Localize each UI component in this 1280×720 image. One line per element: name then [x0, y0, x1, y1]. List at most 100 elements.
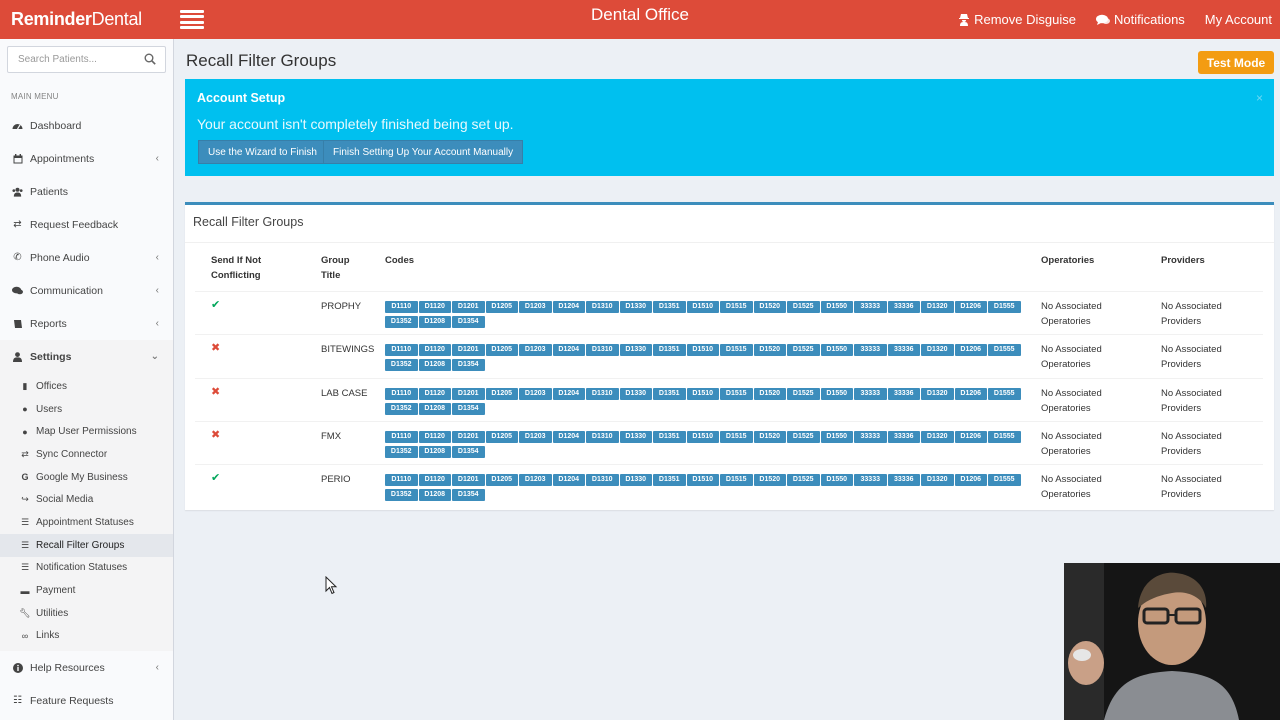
code-tag: D1320 — [921, 474, 954, 486]
code-tag: D1550 — [820, 301, 853, 313]
sidebar-item-dashboard[interactable]: Dashboard — [0, 109, 173, 142]
sidebar-item-settings[interactable]: Settings ⌄ — [0, 340, 173, 373]
test-mode-button[interactable]: Test Mode — [1198, 51, 1274, 74]
exchange-icon: ⇄ — [21, 448, 29, 459]
sidebar-item-map-user-permissions[interactable]: ● Map User Permissions — [0, 420, 173, 443]
my-account-link[interactable]: My Account — [1205, 12, 1272, 27]
table-row[interactable]: ✖ BITEWINGS D1110 D1120 D1201 D1205 D1203 D1204… — [195, 334, 1263, 377]
header-send-if-not-conflicting: Send If Not Conflicting — [211, 253, 261, 283]
sidebar-item-patients[interactable]: Patients — [0, 175, 173, 208]
operatories-cell: No Associated Operatories — [1041, 472, 1102, 502]
sidebar-item-google-my-business[interactable]: G Google My Business — [0, 466, 173, 489]
code-tag: D1120 — [418, 388, 451, 400]
sidebar-item-feature-requests[interactable]: ☷ Feature Requests — [0, 684, 173, 717]
code-tag: D1520 — [753, 388, 786, 400]
retweet-icon: ⇄ — [13, 219, 22, 230]
code-tag: 33336 — [887, 474, 920, 486]
code-tag: D1110 — [385, 344, 418, 356]
code-tag: D1110 — [385, 388, 418, 400]
codes-list: D1110 D1120 D1201 D1205 D1203 D1204 D1310 D1330… — [385, 344, 1025, 371]
sidebar-item-recall-filter-groups[interactable]: ☰ Recall Filter Groups — [0, 533, 173, 557]
user-icon: ● — [22, 426, 28, 437]
table-row[interactable]: ✖ LAB CASE D1110 D1120 D1201 D1205 D1203 D1204 D… — [195, 378, 1263, 421]
providers-line1: No Associated — [1161, 301, 1222, 312]
providers-line1: No Associated — [1161, 474, 1222, 485]
operatories-line2: Operatories — [1041, 403, 1091, 414]
code-tag: D1320 — [921, 301, 954, 313]
sidebar-item-social-media[interactable]: ↪ Social Media — [0, 488, 173, 511]
operatories-cell: No Associated Operatories — [1041, 342, 1102, 372]
operatories-line1: No Associated — [1041, 388, 1102, 399]
providers-cell: No Associated Providers — [1161, 299, 1222, 329]
code-tag: D1110 — [385, 474, 418, 486]
operatories-line1: No Associated — [1041, 431, 1102, 442]
sidebar-item-payment[interactable]: ▬ Payment — [0, 579, 173, 602]
codes-list: D1110 D1120 D1201 D1205 D1203 D1204 D1310 D1330… — [385, 388, 1025, 415]
check-icon: ✔ — [211, 299, 221, 311]
providers-cell: No Associated Providers — [1161, 429, 1222, 459]
table-row[interactable]: ✖ FMX D1110 D1120 D1201 D1205 D1203 D1204 D1310 D… — [195, 421, 1263, 464]
sidebar-item-utilities[interactable]: 🔧︎ Utilities — [0, 602, 173, 625]
finish-manually-button[interactable]: Finish Setting Up Your Account Manually — [323, 140, 524, 164]
user-icon: ● — [22, 404, 28, 415]
code-tag: D1352 — [385, 359, 418, 371]
sidebar-item-offices[interactable]: ▮ Offices — [0, 375, 173, 398]
sidebar-item-links[interactable]: ∞ Links — [0, 625, 173, 648]
operatories-line1: No Associated — [1041, 301, 1102, 312]
codes-list: D1110 D1120 D1201 D1205 D1203 D1204 D1310 D1330… — [385, 474, 1025, 501]
code-tag: D1320 — [921, 344, 954, 356]
sidebar-item-label: Appointment Statuses — [36, 516, 134, 528]
sidebar-item-label: Links — [36, 630, 60, 642]
code-tag: D1510 — [686, 474, 719, 486]
notifications-link[interactable]: Notifications — [1095, 12, 1185, 27]
code-tag: D1352 — [385, 403, 418, 415]
providers-cell: No Associated Providers — [1161, 472, 1222, 502]
code-tag: D1110 — [385, 431, 418, 443]
sidebar-item-label: Google My Business — [36, 471, 128, 483]
list-icon: ☰ — [20, 562, 30, 573]
code-tag: D1201 — [452, 431, 485, 443]
code-tag: D1201 — [452, 388, 485, 400]
search-icon[interactable] — [144, 53, 156, 65]
sidebar-item-request-feedback[interactable]: ⇄ Request Feedback — [0, 208, 173, 241]
comments-icon — [1095, 14, 1110, 25]
sidebar-item-label: Feature Requests — [30, 694, 114, 707]
code-tag: D1203 — [519, 388, 552, 400]
code-tag: D1351 — [653, 344, 686, 356]
sidebar-item-appointments[interactable]: Appointments ‹ — [0, 142, 173, 175]
table-row[interactable]: ✔ PERIO D1110 D1120 D1201 D1205 D1203 D1204 D131… — [195, 464, 1263, 507]
sidebar-item-appointment-statuses[interactable]: ☰ Appointment Statuses — [0, 511, 173, 534]
patient-search-input[interactable] — [8, 47, 138, 72]
providers-cell: No Associated Providers — [1161, 342, 1222, 372]
header-send-line2: Conflicting — [211, 270, 261, 281]
providers-line2: Providers — [1161, 489, 1202, 500]
code-tag: D1310 — [586, 344, 619, 356]
providers-line1: No Associated — [1161, 431, 1222, 442]
wrench-icon: 🔧︎ — [19, 607, 31, 618]
operatories-cell: No Associated Operatories — [1041, 299, 1102, 329]
google-icon: G — [21, 472, 29, 483]
providers-line2: Providers — [1161, 403, 1202, 414]
table-row[interactable]: ✔ PROPHY D1110 D1120 D1201 D1205 D1203 D1204 D13… — [195, 291, 1263, 334]
sidebar-item-users[interactable]: ● Users — [0, 398, 173, 421]
sidebar-item-sync-connector[interactable]: ⇄ Sync Connector — [0, 443, 173, 466]
list-icon: ☰ — [20, 516, 30, 527]
user-icon — [12, 351, 23, 362]
wizard-finish-button[interactable]: Use the Wizard to Finish — [198, 140, 327, 164]
sidebar-item-phone-audio[interactable]: ✆ Phone Audio ‹ — [0, 241, 173, 274]
sidebar-item-help-resources[interactable]: Help Resources ‹ — [0, 651, 173, 684]
code-tag: D1120 — [418, 344, 451, 356]
sidebar-item-reports[interactable]: Reports ‹ — [0, 307, 173, 340]
sidebar-item-communication[interactable]: Communication ‹ — [0, 274, 173, 307]
sidebar-item-label: Map User Permissions — [36, 426, 137, 438]
header-operatories: Operatories — [1041, 255, 1095, 266]
code-tag: D1204 — [552, 474, 585, 486]
top-navbar: Reminder Dental Dental Office Remove Disg… — [0, 0, 1280, 39]
close-icon[interactable]: × — [1256, 91, 1263, 105]
code-tag: D1354 — [452, 446, 485, 458]
remove-disguise-link[interactable]: Remove Disguise — [958, 12, 1076, 27]
sidebar-item-notification-statuses[interactable]: ☰ Notification Statuses — [0, 557, 173, 580]
providers-cell: No Associated Providers — [1161, 386, 1222, 416]
code-tag: D1510 — [686, 301, 719, 313]
code-tag: 33333 — [854, 431, 887, 443]
